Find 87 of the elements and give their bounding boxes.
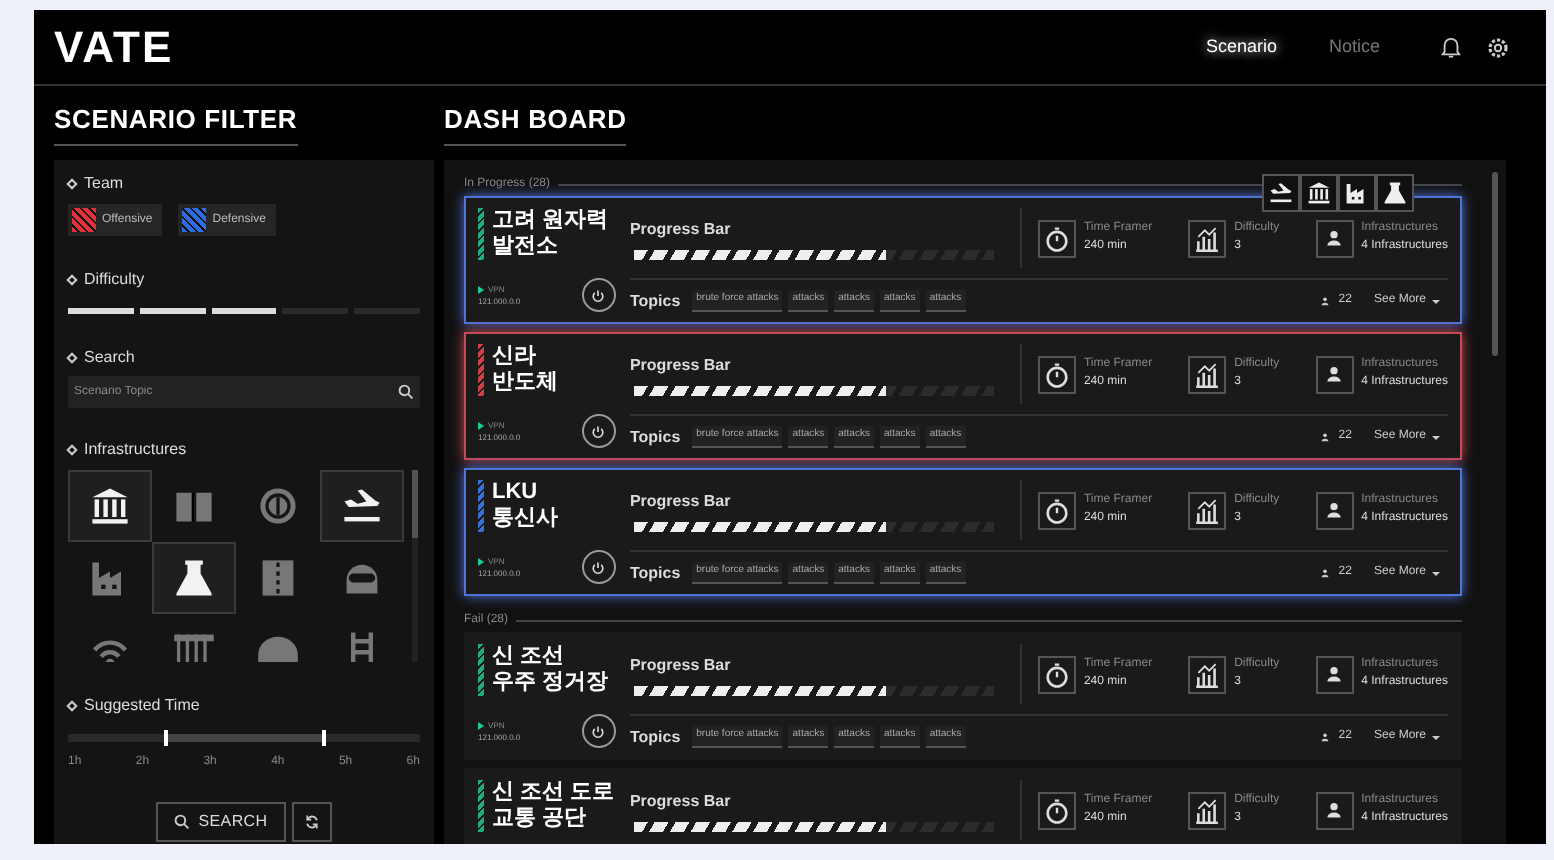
- flask-icon: [1382, 180, 1408, 206]
- filter-label: Suggested Time: [84, 694, 200, 718]
- card-title: 반도체: [492, 370, 558, 396]
- card-title: 교통 공단: [492, 806, 589, 832]
- chart-icon: [1188, 491, 1227, 529]
- stopwatch-icon: [1037, 655, 1076, 693]
- difficulty-meter[interactable]: [68, 308, 420, 314]
- power-button[interactable]: [581, 714, 616, 748]
- scrollbar[interactable]: [412, 470, 418, 538]
- refresh-button[interactable]: [291, 802, 332, 842]
- filter-chip[interactable]: [1300, 174, 1338, 212]
- play-icon: [478, 557, 484, 565]
- search-button[interactable]: SEARCH: [156, 802, 286, 842]
- infrastructure-tile[interactable]: [320, 470, 404, 542]
- person-icon: [1315, 791, 1354, 829]
- person-icon: [1315, 491, 1354, 529]
- power-button[interactable]: [581, 278, 616, 312]
- settings-icon[interactable]: [1486, 35, 1510, 59]
- power-icon: [590, 423, 607, 439]
- stopwatch-icon: [1037, 791, 1076, 829]
- stopwatch-icon: [1037, 491, 1076, 529]
- bank-icon: [88, 484, 132, 528]
- progress-label: Progress Bar: [629, 353, 733, 377]
- section-heading: SCENARIO FILTER: [54, 100, 298, 146]
- filter-label: Search: [84, 346, 135, 370]
- progress-label: Progress Bar: [629, 217, 733, 241]
- filter-label: Team: [84, 172, 124, 196]
- power-icon: [590, 287, 607, 303]
- infrastructure-tile[interactable]: [68, 470, 152, 542]
- section-heading: DASH BOARD: [444, 100, 627, 146]
- chart-icon: [1188, 791, 1227, 829]
- play-icon: [478, 721, 484, 729]
- power-button[interactable]: [581, 550, 616, 584]
- search-icon: [174, 814, 191, 830]
- card-title: 고려 원자력: [492, 208, 609, 234]
- filter-chip[interactable]: [1338, 174, 1376, 212]
- logo: VATE: [54, 20, 174, 76]
- card-title: 신라: [492, 344, 538, 370]
- search-icon[interactable]: [398, 384, 414, 400]
- person-icon: [1315, 655, 1354, 693]
- filter-chip[interactable]: [1262, 174, 1300, 212]
- card-title: LKU: [492, 480, 540, 506]
- person-icon: [1315, 219, 1354, 257]
- progress-label: Progress Bar: [629, 489, 733, 513]
- topics-label: Topics: [629, 561, 681, 585]
- card-title: 통신사: [492, 506, 558, 532]
- bell-icon[interactable]: [1440, 35, 1462, 59]
- nav-tab[interactable]: Notice: [1328, 33, 1380, 61]
- stopwatch-icon: [1037, 219, 1076, 257]
- filter-label: Difficulty: [84, 268, 145, 292]
- card-title: 발전소: [492, 234, 560, 260]
- flask-icon: [172, 556, 216, 600]
- topics-label: Topics: [629, 725, 681, 749]
- play-icon: [478, 421, 484, 429]
- filter-chip[interactable]: [1376, 174, 1414, 212]
- play-icon: [478, 285, 484, 293]
- chart-icon: [1188, 355, 1227, 393]
- card-title: 신 조선: [492, 644, 567, 670]
- filter-label: Infrastructures: [84, 438, 187, 462]
- slider-handle[interactable]: [321, 730, 326, 746]
- infrastructure-tile[interactable]: [152, 542, 236, 614]
- power-icon: [590, 723, 607, 739]
- stopwatch-icon: [1037, 355, 1076, 393]
- person-icon: [1320, 732, 1331, 742]
- progress-label: Progress Bar: [629, 789, 733, 813]
- power-button[interactable]: [581, 414, 616, 448]
- slider-handle[interactable]: [163, 730, 168, 746]
- nav-tab[interactable]: Scenario: [1205, 33, 1277, 61]
- coin-icon: [256, 484, 300, 528]
- bank-icon: [1306, 180, 1332, 206]
- factory-icon: [1344, 180, 1370, 206]
- person-icon: [1320, 432, 1331, 442]
- chart-icon: [1188, 655, 1227, 693]
- card-title: 우주 정거장: [492, 670, 609, 696]
- topics-label: Topics: [629, 289, 681, 313]
- refresh-icon: [303, 814, 320, 830]
- power-icon: [590, 559, 607, 575]
- topics-label: Topics: [629, 425, 681, 449]
- card-title: 신 조선 도로: [492, 780, 615, 806]
- plane-icon: [1268, 180, 1294, 206]
- chart-icon: [1188, 219, 1227, 257]
- person-icon: [1315, 355, 1354, 393]
- progress-label: Progress Bar: [629, 653, 733, 677]
- person-icon: [1320, 296, 1331, 306]
- time-slider[interactable]: [68, 734, 420, 742]
- person-icon: [1320, 568, 1331, 578]
- scrollbar[interactable]: [1492, 172, 1498, 356]
